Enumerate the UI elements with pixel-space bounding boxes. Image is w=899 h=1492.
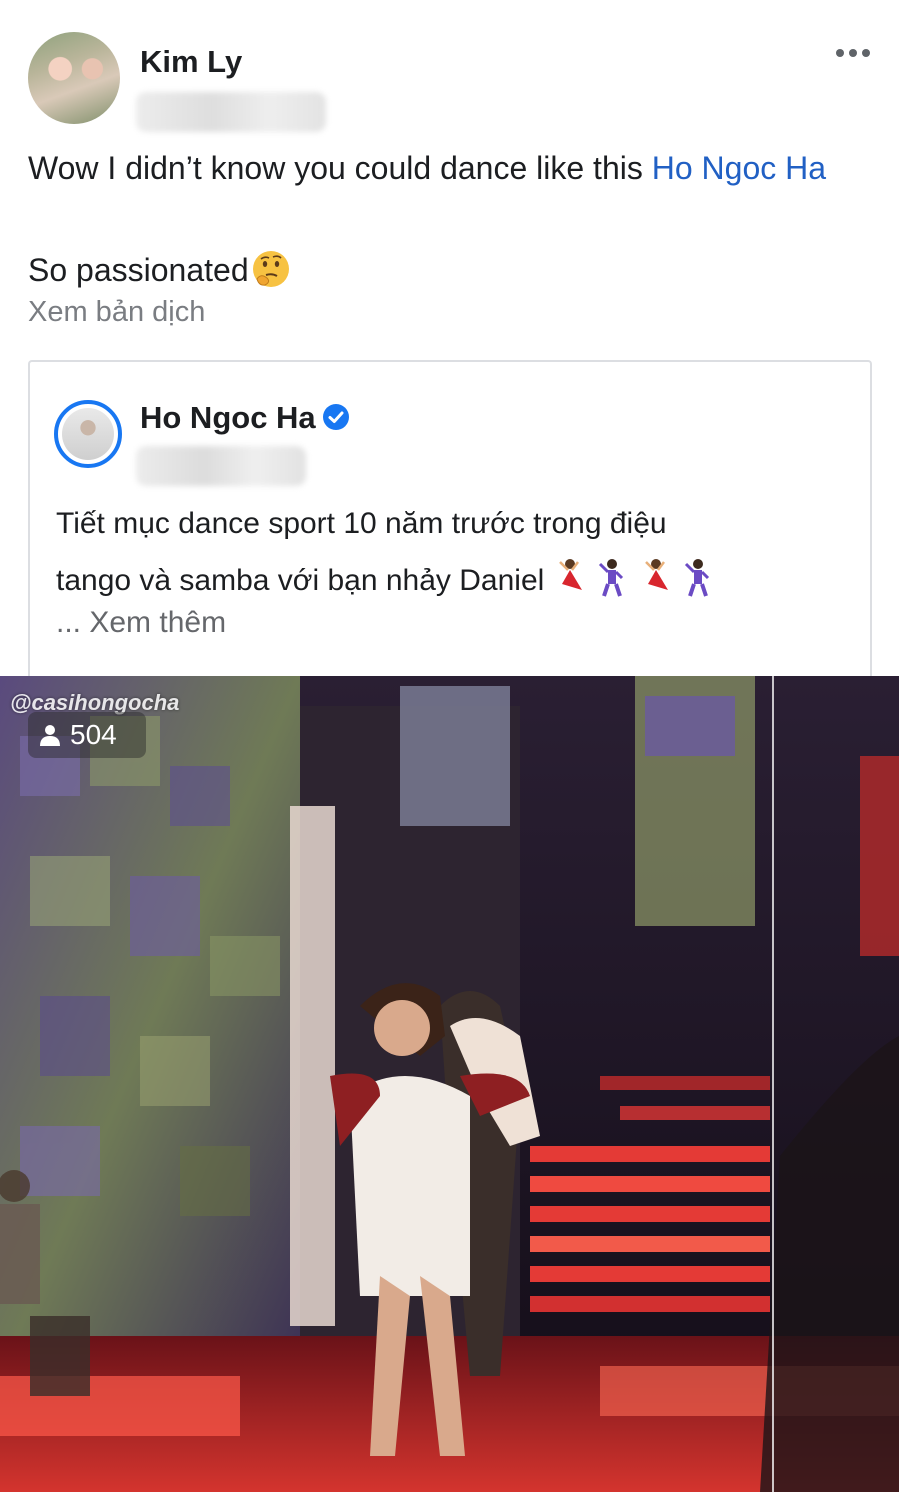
more-options-button[interactable] [832, 38, 874, 68]
person-icon [40, 725, 60, 746]
shared-author-label: Ho Ngoc Ha [140, 400, 316, 435]
shared-text-second: tango và samba với bạn nhảy Daniel [56, 558, 856, 611]
shared-text-line2: tango và samba với bạn nhảy Daniel [56, 564, 545, 597]
shared-timestamp-blurred [136, 446, 306, 486]
post-timestamp-blurred [136, 92, 326, 132]
shared-text-line1: Tiết mục dance sport 10 năm trước trong … [56, 507, 667, 540]
dancer-emojis [550, 558, 726, 611]
video-player[interactable] [0, 676, 899, 1492]
verified-badge-icon [322, 404, 349, 430]
post-text-line2: So passionated [28, 252, 249, 288]
see-translation-link[interactable]: Xem bản dịch [28, 296, 205, 329]
more-horizontal-icon [836, 49, 870, 57]
viewer-count-badge: 504 [28, 712, 146, 758]
author-avatar[interactable] [28, 32, 120, 124]
post-text-second: So passionated [28, 247, 868, 293]
mention-link[interactable]: Ho Ngoc Ha [652, 150, 826, 186]
see-more-link[interactable]: ... Xem thêm [56, 606, 226, 640]
dancer-icons [559, 559, 710, 597]
thinking-face-icon [252, 251, 289, 287]
shared-author-avatar[interactable] [54, 400, 122, 468]
video-divider-line [772, 676, 774, 1492]
shared-author-name[interactable]: Ho Ngoc Ha [140, 400, 350, 436]
post-text-line1: Wow I didn’t know you could dance like t… [28, 150, 652, 186]
viewer-count: 504 [70, 719, 117, 750]
author-name[interactable]: Kim Ly [140, 44, 242, 80]
video-frame [0, 676, 899, 1492]
post-text: Wow I didn’t know you could dance like t… [28, 145, 868, 191]
